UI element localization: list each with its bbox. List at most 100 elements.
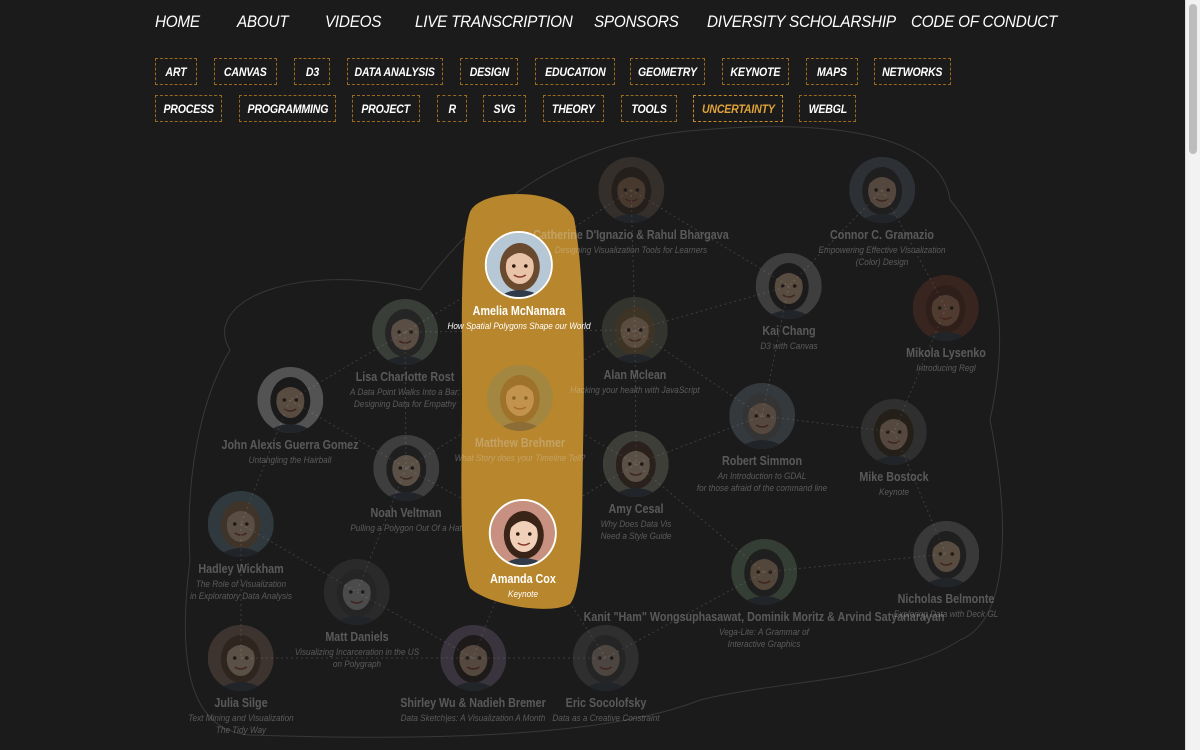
speaker-avatar	[861, 399, 927, 465]
talk-title: Untangling the Hairball	[221, 455, 358, 467]
speaker-avatar	[573, 625, 639, 691]
portrait-icon	[602, 431, 669, 497]
portrait-icon	[372, 435, 439, 501]
speaker-avatar	[756, 253, 822, 319]
talk-title-line: for those afraid of the command line	[696, 483, 828, 494]
speaker-name: John Alexis Guerra Gomez	[221, 438, 359, 452]
talk-title-line: D3 with Canvas	[760, 341, 818, 352]
talk-title: What Story does your Timeline Tell?	[455, 453, 586, 465]
speaker-julia-silge[interactable]: Julia Silge Text Mining and Visualization…	[180, 625, 303, 737]
speaker-avatar	[489, 499, 557, 567]
speaker-mikola-lysenko[interactable]: Mikola Lysenko Introducing Regl	[900, 275, 993, 375]
speaker-kai-chang[interactable]: Kai Chang D3 with Canvas	[756, 253, 823, 353]
speaker-name: Shirley Wu & Nadieh Bremer	[400, 696, 546, 710]
speaker-avatar	[730, 539, 797, 605]
talk-title: Keynote	[490, 589, 556, 601]
speaker-robert-simmon[interactable]: Robert Simmon An Introduction to GDAL for …	[686, 383, 838, 495]
talk-title: Text Mining and Visualization The Tidy Wa…	[188, 713, 293, 737]
speaker-noah-veltman[interactable]: Noah Veltman Pulling a Polygon Out Of a H…	[341, 435, 470, 535]
talk-title-line: (Color) Design	[855, 257, 909, 268]
talk-title: Introducing Regl	[906, 363, 986, 375]
speaker-avatar	[439, 625, 506, 691]
speaker-name: Kai Chang	[762, 324, 816, 338]
talk-title: Data as a Creative Constraint	[552, 713, 659, 725]
talk-title-line: Untangling the Hairball	[248, 455, 332, 466]
talk-title-line: in Exploratory Data Analysis	[190, 591, 292, 602]
speaker-avatar	[597, 157, 664, 223]
speaker-avatar	[486, 365, 553, 431]
talk-title-line: Text Mining and Visualization	[188, 713, 294, 724]
speaker-name: Kanit "Ham" Wongsuphasawat, Dominik Mori…	[583, 610, 945, 624]
speaker-avatar	[208, 625, 274, 691]
portrait-icon	[323, 559, 390, 625]
speaker-amy-cesal[interactable]: Amy Cesal Why Does Data Vis Need a Style G…	[595, 431, 677, 543]
speaker-name: Julia Silge	[214, 696, 268, 710]
speaker-eric-socolofsky[interactable]: Eric Socolofsky Data as a Creative Constr…	[544, 625, 669, 725]
portrait-icon	[257, 367, 323, 433]
speaker-avatar	[323, 559, 390, 625]
speaker-amanda-cox[interactable]: Amanda Cox Keynote	[485, 499, 561, 601]
talk-title-line: Empowering Effective Visualization	[818, 245, 946, 256]
talk-title: An Introduction to GDAL for those afraid …	[697, 471, 827, 495]
speaker-avatar	[913, 275, 979, 341]
portrait-icon	[487, 233, 551, 297]
speaker-avatar	[729, 383, 795, 449]
portrait-icon	[730, 539, 797, 605]
portrait-icon	[861, 399, 927, 465]
talk-title-line: Introducing Regl	[916, 363, 976, 374]
talk-title-line: The Tidy Way	[215, 725, 267, 736]
portrait-icon	[208, 625, 274, 691]
speaker-avatar	[602, 431, 669, 497]
portrait-icon	[371, 299, 438, 365]
speaker-mike-bostock[interactable]: Mike Bostock Keynote	[854, 399, 935, 499]
speaker-name: Mikola Lysenko	[906, 346, 986, 360]
portrait-icon	[486, 365, 553, 431]
speaker-avatar	[371, 299, 438, 365]
talk-title: Keynote	[859, 487, 928, 499]
speaker-connor-c-gramazio[interactable]: Connor C. Gramazio Empowering Effective V…	[808, 157, 956, 269]
portrait-icon	[849, 157, 915, 223]
talk-title-line: An Introduction to GDAL	[717, 471, 807, 482]
portrait-icon	[439, 625, 506, 691]
speaker-name: Robert Simmon	[721, 454, 803, 468]
talk-title: The Role of Visualization in Exploratory …	[190, 579, 292, 603]
speaker-name: Hadley Wickham	[198, 562, 284, 576]
speaker-avatar	[485, 231, 553, 299]
speaker-hadley-wickham[interactable]: Hadley Wickham The Role of Visualization i…	[182, 491, 300, 603]
speaker-name: Noah Veltman	[370, 506, 442, 520]
talk-title: Empowering Effective Visualization (Color…	[818, 245, 945, 269]
talk-title-line: Data as a Creative Constraint	[552, 713, 660, 724]
speaker-avatar	[207, 491, 274, 557]
scrollbar[interactable]	[1185, 0, 1200, 750]
portrait-icon	[597, 157, 664, 223]
talk-title-line: Pulling a Polygon Out Of a Hat	[350, 523, 462, 534]
talk-title-line: The Role of Visualization	[195, 579, 287, 590]
talk-title: D3 with Canvas	[760, 341, 817, 353]
talk-title: Pulling a Polygon Out Of a Hat	[350, 523, 461, 535]
speaker-name: Amy Cesal	[608, 502, 664, 516]
speaker-name: Connor C. Gramazio	[830, 228, 934, 242]
portrait-icon	[913, 275, 979, 341]
scrollbar-thumb[interactable]	[1189, 4, 1197, 154]
speaker-avatar	[257, 367, 323, 433]
talk-title-line: Data Sketch|es: A Visualization A Month	[400, 713, 546, 724]
portrait-icon	[573, 625, 639, 691]
talk-title-line: Why Does Data Vis	[600, 519, 672, 530]
speaker-avatar	[849, 157, 915, 223]
speaker-avatar	[602, 297, 668, 363]
portrait-icon	[602, 297, 668, 363]
talk-title-line: Keynote	[879, 487, 909, 498]
speaker-avatar	[372, 435, 439, 501]
talk-title-line: Keynote	[508, 589, 538, 600]
talk-title: Data Sketch|es: A Visualization A Month	[400, 713, 546, 725]
speaker-name: Matthew Brehmer	[474, 436, 566, 450]
speaker-name: Mike Bostock	[859, 470, 929, 484]
portrait-icon	[491, 501, 555, 565]
speaker-name: Amanda Cox	[490, 572, 556, 586]
portrait-icon	[207, 491, 274, 557]
portrait-icon	[756, 253, 822, 319]
portrait-icon	[729, 383, 795, 449]
speaker-shirley-wu-nadieh-bremer[interactable]: Shirley Wu & Nadieh Bremer Data Sketch|es…	[388, 625, 557, 725]
talk-title-line: What Story does your Timeline Tell?	[454, 453, 586, 464]
speaker-name: Eric Socolofsky	[565, 696, 647, 710]
